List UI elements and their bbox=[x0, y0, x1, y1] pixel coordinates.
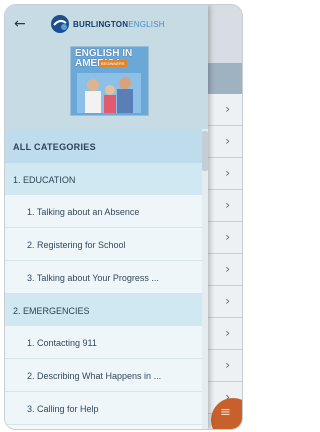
navigation-drawer: ← BURLINGTONENGLISH ENGLISH IN AMERICA bbox=[5, 5, 208, 429]
lesson-label: 1. Contacting 911 bbox=[27, 338, 97, 348]
list-item[interactable]: › bbox=[205, 94, 242, 126]
list-item[interactable]: › bbox=[205, 350, 242, 382]
lesson-label: 3. Talking about Your Progress ... bbox=[27, 273, 159, 283]
scrollbar-thumb[interactable] bbox=[202, 131, 208, 171]
category-label: 2. EMERGENCIES bbox=[13, 306, 90, 316]
lesson-item[interactable]: 2. Describing What Happens in ... bbox=[5, 359, 202, 392]
chevron-right-icon: › bbox=[225, 198, 230, 212]
chevron-right-icon: › bbox=[225, 294, 230, 308]
drawer-header: ← BURLINGTONENGLISH ENGLISH IN AMERICA bbox=[5, 5, 208, 129]
chevron-right-icon: › bbox=[225, 102, 230, 116]
all-categories-item[interactable]: ALL CATEGORIES bbox=[5, 129, 202, 163]
list-item[interactable]: › bbox=[205, 222, 242, 254]
lesson-item[interactable]: 1. Contacting 911 bbox=[5, 326, 202, 359]
arrow-left-icon[interactable]: ← bbox=[14, 16, 26, 32]
chevron-right-icon: › bbox=[225, 230, 230, 244]
category-education[interactable]: 1. EDUCATION bbox=[5, 163, 202, 195]
logo-text-main: BURLINGTON bbox=[73, 19, 129, 29]
chevron-right-icon: › bbox=[225, 326, 230, 340]
chevron-right-icon: › bbox=[225, 134, 230, 148]
course-badge: BEGINNERS bbox=[99, 60, 127, 67]
lesson-item[interactable]: 2. Registering for School bbox=[5, 228, 202, 261]
list-item[interactable]: › bbox=[205, 254, 242, 286]
lesson-label: 2. Registering for School bbox=[27, 240, 126, 250]
lesson-item[interactable]: 3. Calling for Help bbox=[5, 392, 202, 425]
lesson-label: 2. Describing What Happens in ... bbox=[27, 371, 162, 381]
list-item[interactable]: › bbox=[205, 126, 242, 158]
background-header: ⌕ bbox=[205, 5, 242, 63]
category-list: ALL CATEGORIES 1. EDUCATION 1. Talking a… bbox=[5, 129, 208, 429]
lesson-label: 1. Talking about an Absence bbox=[27, 207, 140, 217]
logo-mark-icon bbox=[50, 14, 70, 34]
chevron-right-icon: › bbox=[225, 166, 230, 180]
chevron-right-icon: › bbox=[225, 262, 230, 276]
logo-text: BURLINGTONENGLISH bbox=[73, 20, 165, 29]
scrollbar-track[interactable] bbox=[202, 129, 208, 429]
lesson-item[interactable]: 3. Talking about Your Progress ... bbox=[5, 261, 202, 294]
category-label: 1. EDUCATION bbox=[13, 175, 76, 185]
chevron-right-icon: › bbox=[225, 358, 230, 372]
category-emergencies[interactable]: 2. EMERGENCIES bbox=[5, 294, 202, 326]
list-item[interactable]: › bbox=[205, 318, 242, 350]
lesson-item[interactable]: 1. Talking about an Absence bbox=[5, 195, 202, 228]
lesson-label: 3. Calling for Help bbox=[27, 404, 99, 414]
list-item[interactable]: › bbox=[205, 158, 242, 190]
list-item[interactable]: › bbox=[205, 286, 242, 318]
menu-icon: ≡ bbox=[220, 405, 231, 420]
burlington-logo: BURLINGTONENGLISH bbox=[50, 14, 165, 34]
all-categories-label: ALL CATEGORIES bbox=[13, 142, 96, 152]
app-screen: ⌕ › › › › › › › › › › ≡ ← bbox=[4, 4, 243, 430]
course-cover-image: ENGLISH IN AMERICA BEGINNERS bbox=[70, 46, 149, 116]
logo-text-accent: ENGLISH bbox=[128, 19, 165, 29]
family-photo-icon bbox=[77, 73, 141, 113]
list-item[interactable]: › bbox=[205, 190, 242, 222]
